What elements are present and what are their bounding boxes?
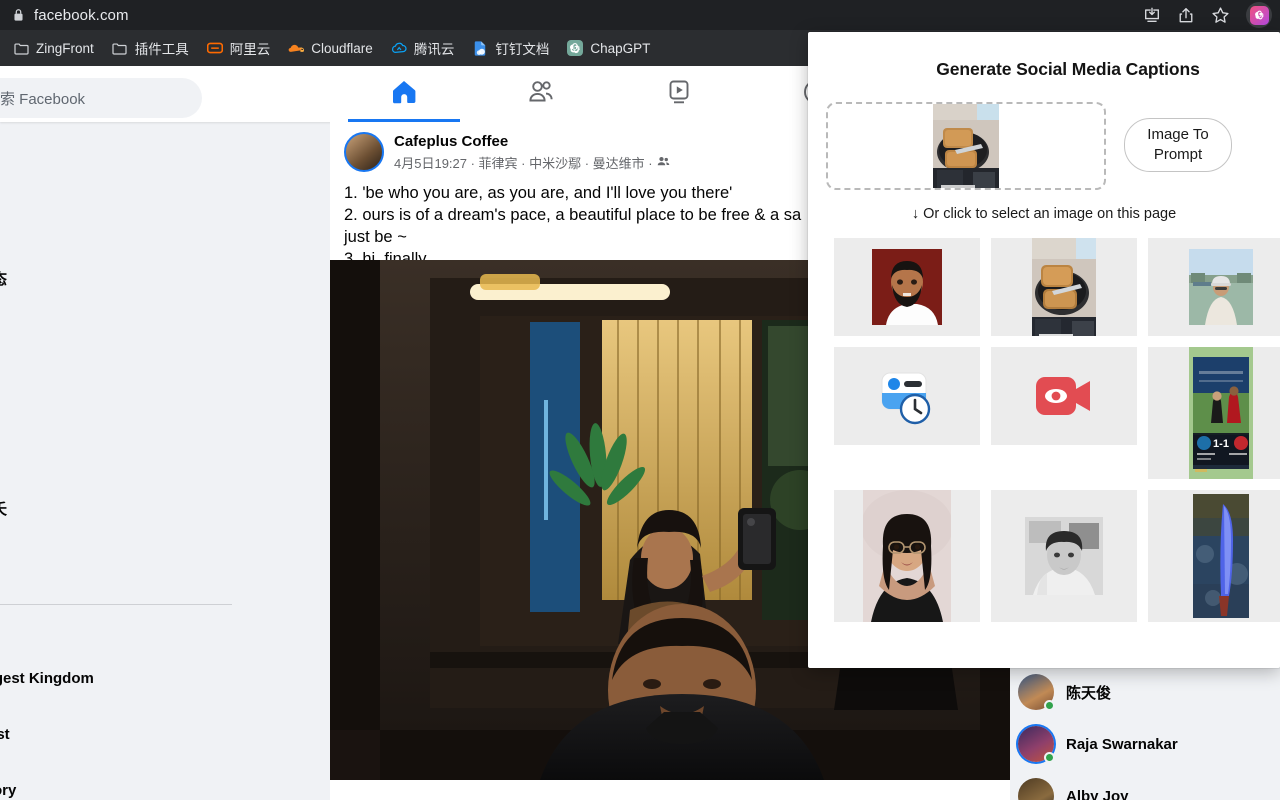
blue-knife-on-dark-background (1193, 494, 1249, 618)
contact-item[interactable]: Alby Joy (1010, 770, 1270, 800)
bookmark-label: 钉钉文档 (495, 42, 550, 57)
post-author-name[interactable]: Cafeplus Coffee (394, 133, 670, 150)
cloudflare-icon (288, 40, 305, 56)
left-rail-divider (0, 604, 232, 605)
page-image-option[interactable] (834, 347, 980, 445)
upload-row: Image To Prompt (808, 102, 1280, 190)
avatar (1018, 726, 1055, 763)
image-dropzone[interactable] (826, 102, 1106, 190)
page-image-option[interactable] (991, 238, 1137, 336)
left-rail-item-2: ： (0, 624, 9, 645)
home-icon (390, 78, 418, 111)
bookmark-label: 插件工具 (134, 42, 189, 57)
contact-name: Alby Joy (1066, 787, 1129, 800)
online-status-dot (1044, 700, 1055, 711)
post-timestamp-location: 4月5日19:27 · 菲律宾 · 中米沙鄢 · 曼达维市 · (394, 153, 670, 172)
soccer-match-scorecard-photo: 1-1 (1189, 347, 1253, 479)
omnibox-actions (1142, 0, 1274, 30)
search-placeholder: 索 Facebook (0, 90, 86, 108)
bookmark-tencent-cloud[interactable]: 腾讯云 (382, 34, 464, 62)
post-meta-text: 4月5日19:27 · 菲律宾 · 中米沙鄢 · 曼达维市 · (394, 156, 653, 171)
bookmark-star-icon[interactable] (1210, 5, 1230, 25)
left-rail-item-4[interactable]: est (0, 726, 10, 743)
page-image-option[interactable] (1148, 238, 1280, 336)
bookmark-plugin-tools[interactable]: 插件工具 (103, 34, 198, 62)
svg-text:1-1: 1-1 (1213, 438, 1229, 450)
left-rail-item-5[interactable]: tory (0, 782, 16, 799)
page-image-option[interactable] (991, 347, 1137, 445)
left-rail-item-1[interactable]: 夭 (0, 498, 7, 519)
aliyun-icon (206, 40, 223, 56)
folder-icon (112, 40, 128, 56)
contacts-list: 陈天俊 Raja Swarnakar Alby Joy (1010, 666, 1270, 800)
bookmark-chatgpt[interactable]: ChapGPT (558, 36, 659, 60)
avatar (1018, 674, 1055, 711)
page-image-option[interactable]: 1-1 (1148, 347, 1280, 479)
page-image-option[interactable] (1148, 490, 1280, 622)
socialprompt-logo-icon: SocialPrompt (888, 52, 922, 86)
french-toast-breakfast-photo (1032, 238, 1096, 336)
nav-friends[interactable] (485, 66, 597, 122)
red-video-camera-icon (1036, 375, 1092, 417)
search-input[interactable]: 索 Facebook (0, 78, 202, 118)
contact-item[interactable]: 陈天俊 (1010, 666, 1270, 718)
popup-header: SocialPrompt Generate Social Media Capti… (808, 32, 1280, 96)
bookmark-label: 腾讯云 (413, 42, 455, 57)
nav-home[interactable] (348, 66, 460, 122)
avatar[interactable] (344, 132, 384, 172)
video-icon (665, 78, 693, 111)
selected-image-thumbnail (933, 104, 999, 188)
page-title: Generate Social Media Captions (936, 58, 1200, 79)
lock-icon (11, 7, 25, 23)
page-image-option[interactable] (834, 490, 980, 622)
left-rail-item-0[interactable]: 态 (0, 268, 7, 289)
man-in-cap-by-river-photo (1189, 249, 1253, 325)
image-to-prompt-button[interactable]: Image To Prompt (1124, 118, 1232, 172)
logo-caption: SocialPrompt (894, 80, 916, 84)
avatar (1018, 778, 1054, 800)
page-image-option[interactable] (991, 490, 1137, 622)
bookmark-zingfront[interactable]: ZingFront (4, 36, 103, 60)
dingtalk-doc-icon (472, 40, 488, 56)
bookmark-cloudflare[interactable]: Cloudflare (279, 36, 382, 60)
bookmark-label: 阿里云 (229, 42, 271, 57)
chatgpt-icon (567, 40, 584, 56)
black-and-white-man-selfie (1025, 517, 1103, 595)
omnibox[interactable]: facebook.com (0, 0, 1280, 30)
bookmark-dingtalk-doc[interactable]: 钉钉文档 (463, 34, 558, 62)
extension-popup: SocialPrompt Generate Social Media Capti… (808, 32, 1280, 668)
online-status-dot (1044, 752, 1055, 763)
extension-avatar-icon[interactable] (1246, 2, 1272, 28)
nav-video[interactable] (623, 66, 735, 122)
friends-audience-icon[interactable] (657, 155, 670, 171)
install-app-icon[interactable] (1142, 5, 1162, 25)
folder-icon (13, 40, 29, 56)
tencent-cloud-icon (391, 40, 407, 56)
friends-icon (527, 78, 555, 111)
contact-item[interactable]: Raja Swarnakar (1010, 718, 1270, 770)
reminders-app-icon (876, 365, 938, 427)
page-images-grid: 1-1 (808, 222, 1280, 622)
left-rail-item-3[interactable]: rgest Kingdom (0, 670, 94, 687)
bookmark-label: ZingFront (36, 40, 94, 56)
bookmark-aliyun[interactable]: 阿里云 (198, 34, 280, 62)
share-icon[interactable] (1176, 5, 1196, 25)
url-text: facebook.com (34, 6, 129, 24)
woman-with-glasses-portrait (863, 490, 951, 622)
socialprompt-extension-icon (1249, 5, 1269, 25)
facebook-main-nav (330, 66, 890, 122)
page-image-option[interactable] (834, 238, 980, 336)
cartoon-bearded-man-avatar-icon (872, 249, 942, 325)
contact-name: 陈天俊 (1066, 684, 1112, 702)
select-image-hint: ↓ Or click to select an image on this pa… (911, 206, 1177, 222)
bookmark-label: ChapGPT (590, 40, 651, 56)
bookmark-label: Cloudflare (311, 40, 373, 56)
post-meta: Cafeplus Coffee 4月5日19:27 · 菲律宾 · 中米沙鄢 ·… (394, 132, 670, 172)
contact-name: Raja Swarnakar (1066, 735, 1178, 753)
